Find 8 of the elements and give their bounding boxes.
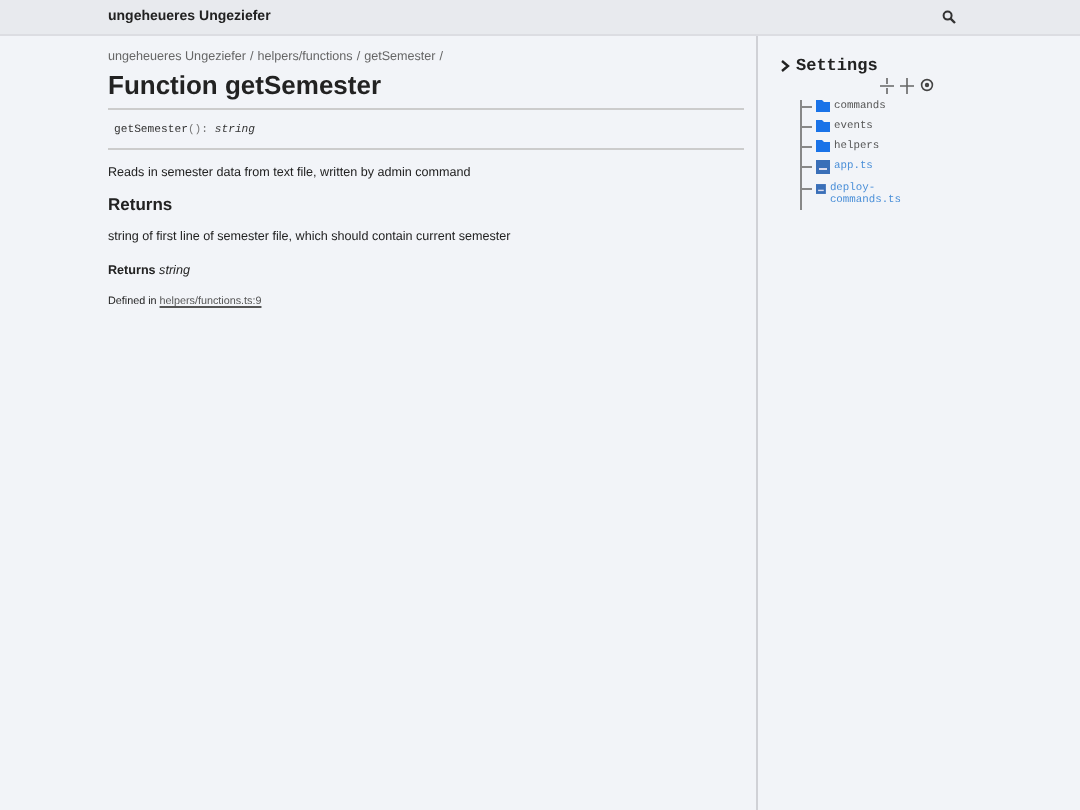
section-heading: Returns [108,194,175,214]
target-icon[interactable] [920,78,934,92]
search-icon[interactable] [942,10,956,24]
file-icon [816,160,830,174]
collapse-icon[interactable] [880,78,894,94]
file-icon [816,182,826,196]
page-title: Function getSemester [108,70,384,100]
settings-toggle[interactable]: Settings [780,56,878,76]
